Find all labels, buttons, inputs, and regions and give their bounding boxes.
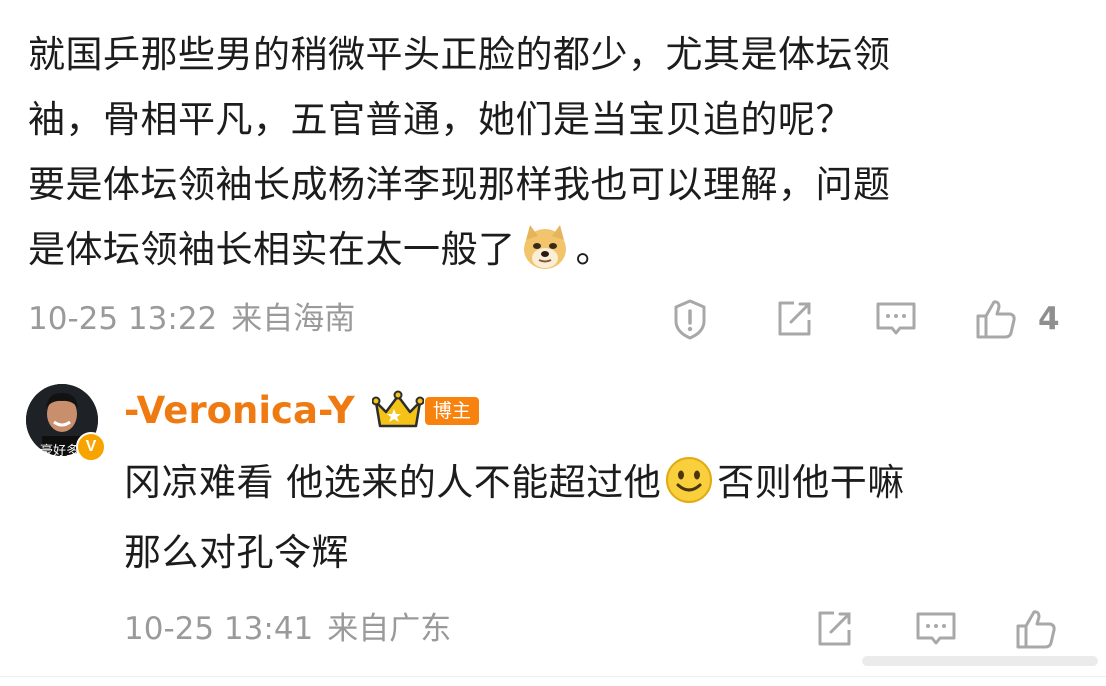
- divider: [0, 676, 1106, 677]
- share-icon[interactable]: [812, 606, 856, 652]
- comment-line: 袖，骨相平凡，五官普通，她们是当宝贝追的呢？: [28, 98, 853, 141]
- watermark: [862, 646, 1098, 676]
- comment-location: 来自海南: [231, 301, 356, 337]
- reply-line: 那么对孔令辉: [124, 531, 349, 574]
- reply-line-text: 否则他干嘛: [717, 461, 905, 504]
- smile-emoji-icon: [665, 456, 713, 504]
- comment-date: 10-25 13:22: [28, 301, 218, 337]
- share-icon[interactable]: [772, 296, 816, 342]
- comment: 就国乒那些男的稍微平头正脸的都少，尤其是体坛领 袖，骨相平凡，五官普通，她们是当…: [28, 22, 1068, 282]
- avatar-caption: 豪好多: [40, 444, 80, 459]
- doge-emoji-icon: [520, 222, 570, 272]
- comment-icon[interactable]: [874, 296, 918, 342]
- comment-text: 就国乒那些男的稍微平头正脸的都少，尤其是体坛领 袖，骨相平凡，五官普通，她们是当…: [28, 22, 1068, 282]
- reply-line: 冈凉难看 他选来的人不能超过他 否则他干嘛: [124, 448, 1064, 518]
- reply-location: 来自广东: [327, 611, 452, 647]
- comment-line: 就国乒那些男的稍微平头正脸的都少，尤其是体坛领: [28, 33, 891, 76]
- reply-line-text: 冈凉难看 他选来的人不能超过他: [124, 461, 662, 504]
- comment-line-end: 。: [575, 228, 613, 271]
- comment-meta: 10-25 13:22 来自海南 4: [28, 296, 1078, 342]
- username[interactable]: -Veronica-Y: [124, 386, 355, 436]
- report-icon[interactable]: [668, 296, 712, 342]
- reply-header: -Veronica-Y 博主: [124, 386, 479, 436]
- crown-icon: [371, 390, 425, 432]
- comment-line: 要是体坛领袖长成杨洋李现那样我也可以理解，问题: [28, 163, 891, 206]
- reply-date: 10-25 13:41: [124, 611, 314, 647]
- like-count: 4: [1038, 301, 1060, 337]
- blogger-badge: 博主: [424, 397, 479, 425]
- verified-badge-icon: V: [76, 432, 106, 462]
- comment-meta-text: 10-25 13:22 来自海南: [28, 296, 355, 342]
- reply-text: 冈凉难看 他选来的人不能超过他 否则他干嘛 那么对孔令辉: [124, 448, 1064, 588]
- reply-meta-text: 10-25 13:41 来自广东: [124, 606, 451, 652]
- comment-line-text: 是体坛领袖长相实在太一般了: [28, 228, 516, 271]
- comment-line-last: 是体坛领袖长相实在太一般了 。: [28, 217, 1068, 282]
- comment-thread: 就国乒那些男的稍微平头正脸的都少，尤其是体坛领 袖，骨相平凡，五官普通，她们是当…: [0, 0, 1106, 686]
- like-icon[interactable]: [974, 296, 1018, 342]
